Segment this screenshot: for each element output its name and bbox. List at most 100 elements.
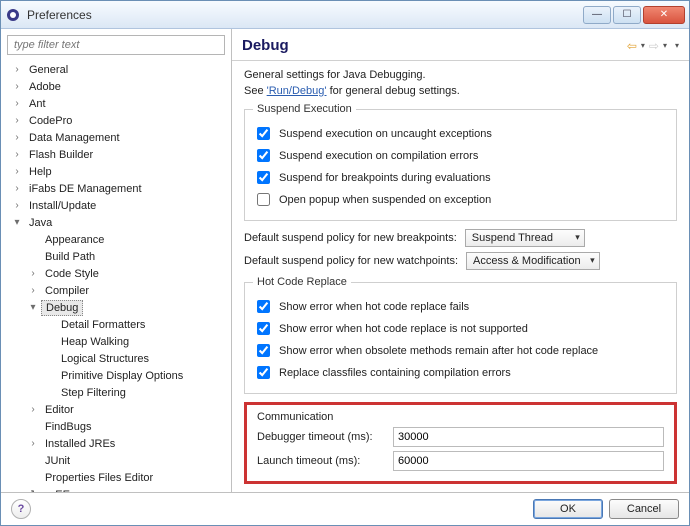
tree-item-logical-structures[interactable]: Logical Structures [7,350,231,367]
breakpoint-policy-row: Default suspend policy for new breakpoin… [244,229,677,247]
launch-timeout-label: Launch timeout (ms): [257,455,383,467]
tree-item-primitive-display-options[interactable]: Primitive Display Options [7,367,231,384]
tree-item-label: Data Management [25,131,124,145]
watchpoint-policy-select[interactable]: Access & Modification [466,252,600,270]
left-pane: ›General›Adobe›Ant›CodePro›Data Manageme… [1,29,232,492]
hcr-checkbox[interactable] [257,322,270,335]
tree-item-label: FindBugs [41,420,95,434]
run-debug-link[interactable]: 'Run/Debug' [267,85,327,97]
see-also-line: See 'Run/Debug' for general debug settin… [244,85,677,97]
suspend-checkbox[interactable] [257,193,270,206]
hcr-label: Show error when obsolete methods remain … [279,345,598,357]
debugger-timeout-row: Debugger timeout (ms): [257,427,664,447]
tree-twisty-icon: › [27,438,39,450]
tree-twisty-icon: › [11,115,23,127]
tree-item-flash-builder[interactable]: ›Flash Builder [7,146,231,163]
tree-item-adobe[interactable]: ›Adobe [7,78,231,95]
view-menu-icon[interactable]: ▾ [675,41,679,50]
tree-twisty-icon: › [11,166,23,178]
tree-item-step-filtering[interactable]: Step Filtering [7,384,231,401]
hcr-checkbox[interactable] [257,300,270,313]
tree-item-label: Debug [41,300,83,316]
help-icon[interactable]: ? [11,499,31,519]
titlebar: Preferences — ☐ ✕ [1,1,689,29]
filter-input[interactable] [7,35,225,55]
tree-item-properties-files-editor[interactable]: Properties Files Editor [7,469,231,486]
hcr-checkbox[interactable] [257,344,270,357]
communication-legend: Communication [257,411,664,423]
tree-item-java[interactable]: ▾Java [7,214,231,231]
tree-twisty-icon: ▾ [27,302,39,314]
nav-forward-icon[interactable]: ⇨ [649,39,659,53]
launch-timeout-row: Launch timeout (ms): [257,451,664,471]
tree-item-codepro[interactable]: ›CodePro [7,112,231,129]
suspend-checkbox[interactable] [257,171,270,184]
tree-item-label: Flash Builder [25,148,97,162]
suspend-option: Suspend execution on uncaught exceptions [253,124,668,143]
breakpoint-policy-label: Default suspend policy for new breakpoin… [244,232,457,244]
tree-twisty-icon: › [11,183,23,195]
tree-item-junit[interactable]: JUnit [7,452,231,469]
window-controls: — ☐ ✕ [583,6,685,24]
tree-twisty-icon [43,353,55,365]
tree-item-label: Detail Formatters [57,318,149,332]
tree-item-general[interactable]: ›General [7,61,231,78]
watchpoint-policy-label: Default suspend policy for new watchpoin… [244,255,458,267]
tree-twisty-icon [43,336,55,348]
see-suffix: for general debug settings. [330,85,460,97]
tree-item-label: Code Style [41,267,103,281]
preference-tree[interactable]: ›General›Adobe›Ant›CodePro›Data Manageme… [1,59,231,492]
tree-item-compiler[interactable]: ›Compiler [7,282,231,299]
tree-item-ifabs-de-management[interactable]: ›iFabs DE Management [7,180,231,197]
breakpoint-policy-select[interactable]: Suspend Thread [465,229,585,247]
tree-item-label: Ant [25,97,50,111]
tree-item-label: Java [25,216,56,230]
nav-back-icon[interactable]: ⇦ [627,39,637,53]
tree-item-data-management[interactable]: ›Data Management [7,129,231,146]
tree-item-label: CodePro [25,114,76,128]
suspend-checkbox[interactable] [257,149,270,162]
debugger-timeout-input[interactable] [393,427,664,447]
tree-item-debug[interactable]: ▾Debug [7,299,231,316]
right-pane: Debug ⇦ ▾ ⇨ ▾ ▾ General settings for Jav… [232,29,689,492]
tree-item-appearance[interactable]: Appearance [7,231,231,248]
tree-twisty-icon [43,370,55,382]
minimize-button[interactable]: — [583,6,611,24]
intro-text: General settings for Java Debugging. [244,69,677,81]
tree-item-code-style[interactable]: ›Code Style [7,265,231,282]
tree-item-build-path[interactable]: Build Path [7,248,231,265]
tree-twisty-icon [27,421,39,433]
tree-item-findbugs[interactable]: FindBugs [7,418,231,435]
hcr-checkbox[interactable] [257,366,270,379]
tree-item-label: Compiler [41,284,93,298]
tree-item-ant[interactable]: ›Ant [7,95,231,112]
hcr-option: Replace classfiles containing compilatio… [253,363,668,382]
suspend-checkbox[interactable] [257,127,270,140]
nav-icons: ⇦ ▾ ⇨ ▾ ▾ [627,39,679,53]
suspend-option: Open popup when suspended on exception [253,190,668,209]
suspend-label: Suspend execution on uncaught exceptions [279,128,492,140]
tree-item-label: Primitive Display Options [57,369,187,383]
tree-twisty-icon: › [27,404,39,416]
hcr-option: Show error when hot code replace is not … [253,319,668,338]
tree-item-help[interactable]: ›Help [7,163,231,180]
close-button[interactable]: ✕ [643,6,685,24]
app-icon [5,7,21,23]
tree-item-label: Install/Update [25,199,100,213]
tree-item-heap-walking[interactable]: Heap Walking [7,333,231,350]
nav-back-menu-icon[interactable]: ▾ [641,41,645,50]
tree-item-installed-jres[interactable]: ›Installed JREs [7,435,231,452]
hcr-label: Replace classfiles containing compilatio… [279,367,511,379]
cancel-button[interactable]: Cancel [609,499,679,519]
ok-button[interactable]: OK [533,499,603,519]
suspend-option: Suspend for breakpoints during evaluatio… [253,168,668,187]
nav-forward-menu-icon[interactable]: ▾ [663,41,667,50]
debugger-timeout-label: Debugger timeout (ms): [257,431,383,443]
tree-twisty-icon [27,472,39,484]
tree-item-editor[interactable]: ›Editor [7,401,231,418]
launch-timeout-input[interactable] [393,451,664,471]
tree-item-detail-formatters[interactable]: Detail Formatters [7,316,231,333]
tree-item-install-update[interactable]: ›Install/Update [7,197,231,214]
maximize-button[interactable]: ☐ [613,6,641,24]
suspend-label: Open popup when suspended on exception [279,194,491,206]
